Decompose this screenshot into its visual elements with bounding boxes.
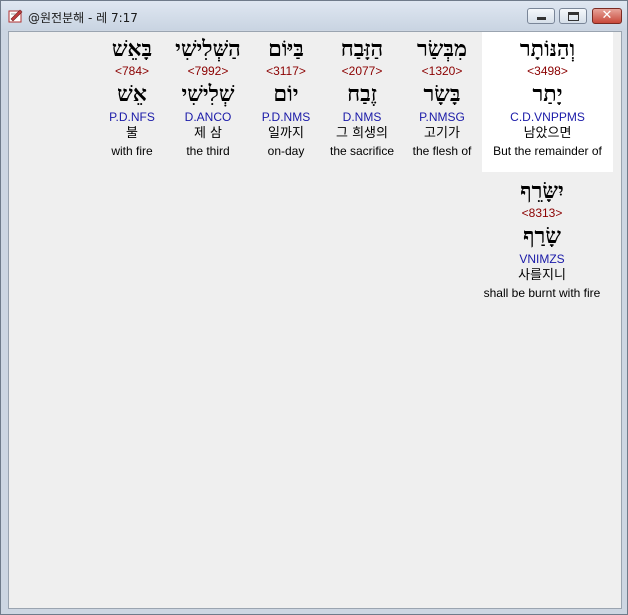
english-gloss: the flesh of xyxy=(412,144,472,158)
hebrew-word: מִבְּשַׂר xyxy=(416,36,468,62)
strong-number[interactable]: <8313> xyxy=(471,205,613,221)
korean-gloss: 그 희생의 xyxy=(336,126,388,141)
english-gloss: with fire xyxy=(111,144,153,158)
korean-gloss: 제 삼 xyxy=(193,126,223,141)
hebrew-word: בַּיּוֹם xyxy=(268,36,304,62)
hebrew-lemma: שְׁלִישִׁי xyxy=(181,81,235,107)
parsing-code: D.ANCO xyxy=(184,110,232,124)
strong-number[interactable]: <1320> xyxy=(403,63,481,79)
hebrew-word: הַזָּבַח xyxy=(340,36,384,62)
english-gloss: But the remainder of xyxy=(493,144,602,158)
app-window: @원전분해 - 레 7:17 ✕ וְהַנּוֹתָר <3498> יָתַ… xyxy=(0,0,628,615)
close-icon: ✕ xyxy=(601,8,613,23)
hebrew-word: בָּאֵשׁ xyxy=(111,36,153,62)
hebrew-lemma: אֵשׁ xyxy=(117,81,147,107)
maximize-icon xyxy=(568,12,579,21)
hebrew-word: יִשָּׂרֵף xyxy=(520,178,564,204)
interlinear-panel: וְהַנּוֹתָר <3498> יָתַר C.D.VNPPMS 남았으면… xyxy=(8,31,622,609)
hebrew-lemma: שָׂרַף xyxy=(523,223,561,249)
parsing-code: P.D.NFS xyxy=(109,110,155,124)
word-block[interactable]: בַּיּוֹם <3117> יוֹם P.D.NMS 일까지 on-day xyxy=(251,35,321,159)
hebrew-lemma: יָתַר xyxy=(532,81,563,107)
korean-gloss: 남았으면 xyxy=(523,126,572,141)
english-gloss: the third xyxy=(186,144,230,158)
window-title: @원전분해 - 레 7:17 xyxy=(28,11,138,25)
hebrew-word: הַשְּׁלִישִׁי xyxy=(175,36,241,62)
word-block[interactable]: הַשְּׁלִישִׁי <7992> שְׁלִישִׁי D.ANCO 제… xyxy=(167,35,249,159)
korean-gloss: 불 xyxy=(126,126,138,141)
minimize-button[interactable] xyxy=(527,8,555,24)
bible-app-icon xyxy=(8,9,23,23)
hebrew-lemma: בָּשָׂר xyxy=(423,81,461,107)
english-gloss: shall be burnt with fire xyxy=(483,286,601,300)
strong-number[interactable]: <3117> xyxy=(251,63,321,79)
english-gloss: on-day xyxy=(267,144,305,158)
strong-number[interactable]: <3498> xyxy=(482,63,613,79)
strong-number[interactable]: <7992> xyxy=(167,63,249,79)
word-block[interactable]: מִבְּשַׂר <1320> בָּשָׂר P.NMSG 고기가 the … xyxy=(403,35,481,159)
strong-number[interactable]: <2077> xyxy=(323,63,401,79)
word-block[interactable]: יִשָּׂרֵף <8313> שָׂרַף VNIMZS 사를지니 shal… xyxy=(471,177,613,301)
english-gloss: the sacrifice xyxy=(329,144,395,158)
word-block[interactable]: בָּאֵשׁ <784> אֵשׁ P.D.NFS 불 with fire xyxy=(101,35,163,159)
parsing-code: P.NMSG xyxy=(419,110,465,124)
korean-gloss: 사를지니 xyxy=(518,268,566,283)
word-block-selected[interactable]: וְהַנּוֹתָר <3498> יָתַר C.D.VNPPMS 남았으면… xyxy=(482,32,613,172)
hebrew-lemma: יוֹם xyxy=(273,81,299,107)
korean-gloss: 일까지 xyxy=(268,126,304,141)
strong-number[interactable]: <784> xyxy=(101,63,163,79)
korean-gloss: 고기가 xyxy=(424,126,460,141)
parsing-code: D.NMS xyxy=(342,110,382,124)
maximize-button[interactable] xyxy=(559,8,587,24)
word-block[interactable]: הַזָּבַח <2077> זֶבַח D.NMS 그 희생의 the sa… xyxy=(323,35,401,159)
title-bar[interactable]: @원전분해 - 레 7:17 ✕ xyxy=(1,1,627,30)
parsing-code: VNIMZS xyxy=(519,252,565,266)
hebrew-lemma: זֶבַח xyxy=(347,81,377,107)
hebrew-word: וְהַנּוֹתָר xyxy=(519,36,576,62)
minimize-icon xyxy=(537,17,546,20)
parsing-code: P.D.NMS xyxy=(261,110,311,124)
close-button[interactable]: ✕ xyxy=(592,8,622,24)
parsing-code: C.D.VNPPMS xyxy=(510,110,585,124)
